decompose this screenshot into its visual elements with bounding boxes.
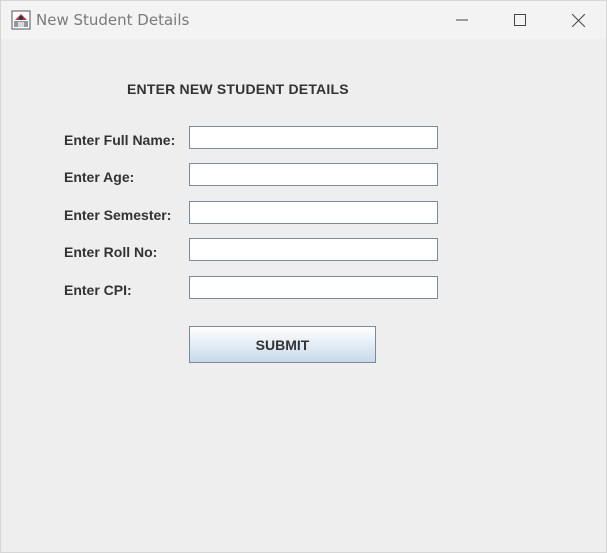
- window-title: New Student Details: [36, 11, 190, 29]
- full-name-label: Enter Full Name:: [64, 132, 176, 148]
- close-button[interactable]: [549, 1, 607, 39]
- form-heading: ENTER NEW STUDENT DETAILS: [127, 81, 349, 97]
- java-app-icon: [11, 10, 31, 30]
- roll-no-input[interactable]: [189, 238, 438, 261]
- full-name-input[interactable]: [189, 126, 438, 149]
- close-icon: [571, 13, 585, 27]
- submit-button[interactable]: SUBMIT: [189, 326, 376, 363]
- student-details-window: New Student Details ENTER NEW STUDENT DE…: [0, 0, 607, 553]
- form-panel: ENTER NEW STUDENT DETAILS Enter Full Nam…: [1, 39, 606, 552]
- cpi-label: Enter CPI:: [64, 282, 132, 298]
- minimize-icon: [456, 19, 468, 21]
- semester-input[interactable]: [189, 201, 438, 224]
- age-label: Enter Age:: [64, 169, 135, 185]
- title-bar[interactable]: New Student Details: [1, 1, 606, 39]
- minimize-button[interactable]: [433, 1, 491, 39]
- roll-no-label: Enter Roll No:: [64, 244, 158, 260]
- semester-label: Enter Semester:: [64, 207, 172, 223]
- cpi-input[interactable]: [189, 276, 438, 299]
- age-input[interactable]: [189, 163, 438, 186]
- maximize-button[interactable]: [491, 1, 549, 39]
- maximize-icon: [514, 14, 526, 26]
